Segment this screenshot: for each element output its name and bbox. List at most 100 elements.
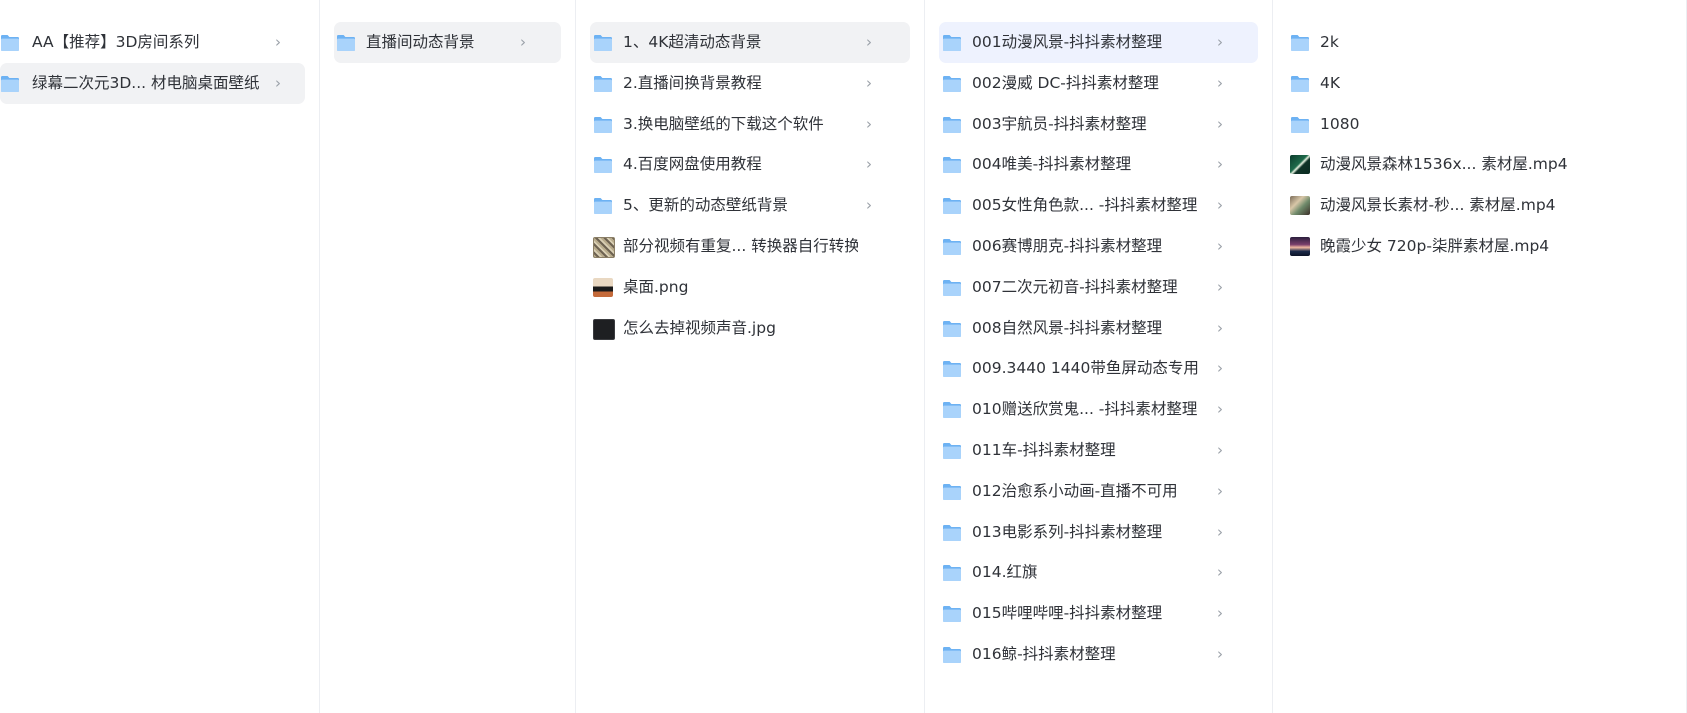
folder-row[interactable]: 005女性角色款... -抖抖素材整理 › xyxy=(939,185,1258,226)
folder-row[interactable]: 015哔哩哔哩-抖抖素材整理 › xyxy=(939,593,1258,634)
folder-row[interactable]: 004唯美-抖抖素材整理 › xyxy=(939,144,1258,185)
folder-icon xyxy=(942,604,962,623)
chevron-right-icon: › xyxy=(1217,196,1223,215)
item-label: 006赛博朋克-抖抖素材整理 xyxy=(972,237,1163,255)
folder-row[interactable]: 4K xyxy=(1287,63,1686,104)
folder-row[interactable]: 2k xyxy=(1287,22,1686,63)
image-thumbnail-icon xyxy=(593,277,613,297)
item-label: 直播间动态背景 xyxy=(366,33,475,51)
folder-icon xyxy=(1290,115,1310,134)
folder-row[interactable]: 001动漫风景-抖抖素材整理 › xyxy=(939,22,1258,63)
video-thumbnail-icon xyxy=(1290,237,1310,256)
folder-row[interactable]: 4.百度网盘使用教程 › xyxy=(590,144,910,185)
file-row[interactable]: 动漫风景森林1536x... 素材屋.mp4 xyxy=(1287,144,1686,185)
item-label: 怎么去掉视频声音.jpg xyxy=(623,318,776,337)
folder-row[interactable]: 006赛博朋克-抖抖素材整理 › xyxy=(939,226,1258,267)
folder-icon xyxy=(942,74,962,93)
folder-icon xyxy=(593,115,613,134)
folder-row[interactable]: 011车-抖抖素材整理 › xyxy=(939,430,1258,471)
folder-row[interactable]: 5、更新的动态壁纸背景 › xyxy=(590,185,910,226)
folder-row[interactable]: 014.红旗 › xyxy=(939,552,1258,593)
item-label: 桌面.png xyxy=(623,277,689,296)
folder-icon xyxy=(942,482,962,501)
folder-row[interactable]: 010赠送欣赏鬼... -抖抖素材整理 › xyxy=(939,389,1258,430)
file-row[interactable]: 部分视频有重复... 转换器自行转换 xyxy=(590,226,910,267)
item-label: 动漫风景森林1536x... 素材屋.mp4 xyxy=(1320,155,1568,174)
item-label: 013电影系列-抖抖素材整理 xyxy=(972,522,1163,541)
chevron-right-icon: › xyxy=(1217,359,1223,378)
folder-row[interactable]: 007二次元初音-抖抖素材整理 › xyxy=(939,267,1258,308)
item-label: 001动漫风景-抖抖素材整理 xyxy=(972,33,1163,51)
item-label: 4.百度网盘使用教程 xyxy=(623,155,762,174)
folder-icon xyxy=(0,33,20,52)
chevron-right-icon: › xyxy=(1217,645,1223,663)
folder-icon xyxy=(942,400,962,419)
item-label: 015哔哩哔哩-抖抖素材整理 xyxy=(972,604,1163,623)
item-label: 011车-抖抖素材整理 xyxy=(972,441,1116,459)
folder-row[interactable]: 3.换电脑壁纸的下载这个软件 › xyxy=(590,104,910,145)
chevron-right-icon: › xyxy=(1217,114,1223,133)
chevron-right-icon: › xyxy=(520,33,526,51)
chevron-right-icon: › xyxy=(275,73,281,92)
folder-icon xyxy=(942,441,962,460)
folder-row[interactable]: 008自然风景-抖抖素材整理 › xyxy=(939,308,1258,349)
item-label: 3.换电脑壁纸的下载这个软件 xyxy=(623,114,824,133)
video-thumbnail-icon xyxy=(1290,196,1310,216)
folder-row[interactable]: 1080 xyxy=(1287,104,1686,145)
browser-column-5: 2k 4K 1080 动漫风景森林1536x... 素材屋.mp4 动漫风景长素材-秒.… xyxy=(1273,0,1687,713)
folder-icon xyxy=(942,359,962,378)
folder-icon xyxy=(942,237,962,256)
folder-icon xyxy=(942,196,962,215)
chevron-right-icon: › xyxy=(866,155,872,174)
folder-icon xyxy=(0,74,20,93)
folder-icon xyxy=(336,33,356,52)
file-row[interactable]: 桌面.png xyxy=(590,267,910,308)
chevron-right-icon: › xyxy=(1217,563,1223,582)
file-row[interactable]: 怎么去掉视频声音.jpg xyxy=(590,308,910,349)
item-label: 004唯美-抖抖素材整理 xyxy=(972,155,1132,174)
folder-icon xyxy=(942,319,962,338)
folder-row[interactable]: 002漫威 DC-抖抖素材整理 › xyxy=(939,63,1258,104)
item-label: 1080 xyxy=(1320,114,1360,133)
chevron-right-icon: › xyxy=(1217,522,1223,541)
item-label: 2.直播间换背景教程 xyxy=(623,73,762,92)
folder-icon xyxy=(942,115,962,134)
file-row[interactable]: 晚霞少女 720p-柒胖素材屋.mp4 xyxy=(1287,226,1686,267)
folder-row[interactable]: AA【推荐】3D房间系列 › xyxy=(0,22,305,63)
folder-row[interactable]: 003宇航员-抖抖素材整理 › xyxy=(939,104,1258,145)
folder-row[interactable]: 2.直播间换背景教程 › xyxy=(590,63,910,104)
image-thumbnail-icon xyxy=(593,237,615,258)
folder-icon xyxy=(942,155,962,174)
chevron-right-icon: › xyxy=(1217,155,1223,174)
folder-icon xyxy=(1290,33,1310,52)
item-label: 1、4K超清动态背景 xyxy=(623,33,762,51)
item-label: 002漫威 DC-抖抖素材整理 xyxy=(972,73,1159,92)
folder-row[interactable]: 1、4K超清动态背景 › xyxy=(590,22,910,63)
folder-row[interactable]: 009.3440 1440带鱼屏动态专用 › xyxy=(939,348,1258,389)
browser-column-2: 直播间动态背景 › xyxy=(320,0,576,713)
chevron-right-icon: › xyxy=(866,73,872,92)
chevron-right-icon: › xyxy=(866,114,872,133)
folder-icon xyxy=(942,33,962,52)
item-label: 动漫风景长素材-秒... 素材屋.mp4 xyxy=(1320,196,1556,215)
folder-row[interactable]: 直播间动态背景 › xyxy=(334,22,561,63)
file-row[interactable]: 动漫风景长素材-秒... 素材屋.mp4 xyxy=(1287,185,1686,226)
chevron-right-icon: › xyxy=(1217,237,1223,255)
item-label: 5、更新的动态壁纸背景 xyxy=(623,196,788,215)
chevron-right-icon: › xyxy=(1217,73,1223,92)
folder-row[interactable]: 绿幕二次元3D... 材电脑桌面壁纸 › xyxy=(0,62,305,104)
item-label: 4K xyxy=(1320,73,1341,92)
chevron-right-icon: › xyxy=(1217,318,1223,337)
chevron-right-icon: › xyxy=(866,196,872,215)
browser-column-4: 001动漫风景-抖抖素材整理 › 002漫威 DC-抖抖素材整理 › 003宇航员-抖抖… xyxy=(925,0,1273,713)
item-label: 007二次元初音-抖抖素材整理 xyxy=(972,277,1178,296)
item-label: 016鲸-抖抖素材整理 xyxy=(972,645,1116,663)
folder-row[interactable]: 013电影系列-抖抖素材整理 › xyxy=(939,512,1258,553)
folder-icon xyxy=(1290,74,1310,93)
folder-row[interactable]: 012治愈系小动画-直播不可用 › xyxy=(939,471,1258,512)
item-label: 008自然风景-抖抖素材整理 xyxy=(972,318,1163,337)
browser-column-1: AA【推荐】3D房间系列 › 绿幕二次元3D... 材电脑桌面壁纸 › xyxy=(0,0,320,713)
item-label: 014.红旗 xyxy=(972,563,1038,582)
folder-row[interactable]: 016鲸-抖抖素材整理 › xyxy=(939,634,1258,675)
item-label: 012治愈系小动画-直播不可用 xyxy=(972,481,1178,500)
